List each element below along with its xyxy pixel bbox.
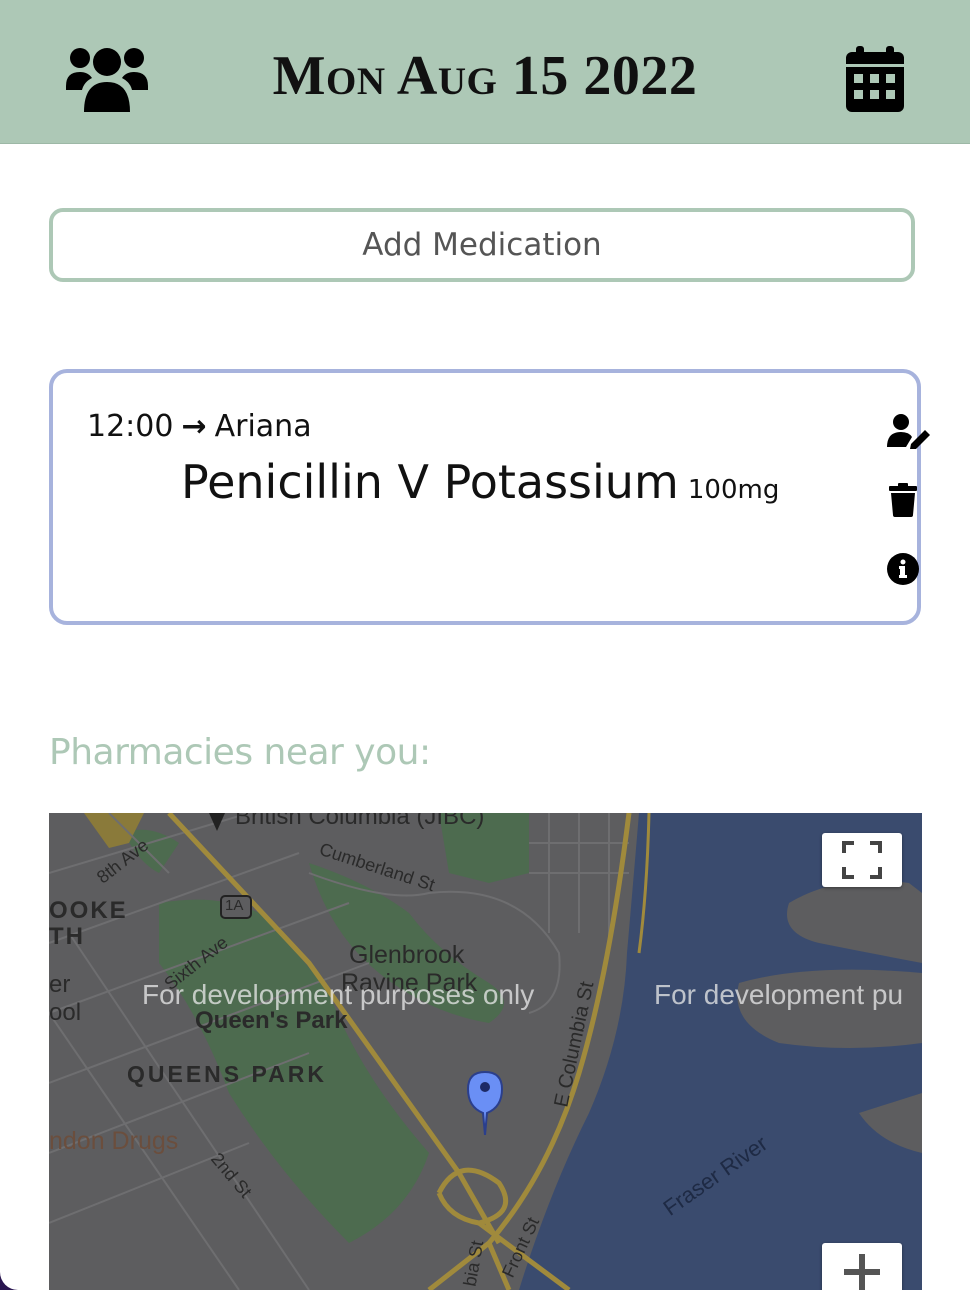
patient-name: Ariana <box>214 409 312 444</box>
dev-watermark-left: For development purposes only <box>142 979 535 1010</box>
app-header: Mon Aug 15 2022 <box>0 0 970 144</box>
map-label-london-drugs: ndon Drugs <box>49 1127 179 1155</box>
medication-name: Penicillin V Potassium <box>181 455 679 509</box>
map-label-queens-park-area: QUEENS PARK <box>127 1061 327 1087</box>
map-label-ool: ool <box>49 999 82 1026</box>
add-medication-button[interactable]: Add Medication <box>49 208 915 282</box>
dev-watermark-right: For development pu <box>654 979 904 1010</box>
plus-icon <box>844 1254 880 1290</box>
map-label-queens-park-place: Queen's Park <box>195 1007 348 1034</box>
pharmacy-map[interactable]: British Columbia (JIBC) 8th Ave Cumberla… <box>49 813 922 1290</box>
calendar-icon[interactable] <box>846 46 904 112</box>
medication-schedule: 12:00 → Ariana <box>87 409 312 444</box>
trash-icon[interactable] <box>889 483 917 517</box>
medication-dose: 100mg <box>687 475 780 505</box>
page-title: Mon Aug 15 2022 <box>272 45 698 107</box>
map-label-jibc: British Columbia (JIBC) <box>235 813 485 830</box>
map-label-brooke: OOKE <box>49 897 128 924</box>
fullscreen-icon <box>842 841 882 879</box>
map-label-er: er <box>49 971 71 998</box>
map-fullscreen-button[interactable] <box>822 833 902 887</box>
info-circle-icon[interactable] <box>887 553 919 585</box>
map-base-layer <box>49 813 922 1290</box>
arrow-right-icon: → <box>181 409 207 444</box>
app-page: Mon Aug 15 2022 Add Medication 12:00 → A… <box>0 0 970 1290</box>
route-1a-label: 1A <box>225 897 244 914</box>
map-zoom-in-button[interactable] <box>822 1243 902 1290</box>
map-label-th: TH <box>49 923 85 950</box>
map-marker-icon[interactable] <box>466 1069 504 1135</box>
user-edit-icon[interactable] <box>887 413 931 449</box>
medication-card[interactable]: 12:00 → Ariana Penicillin V Potassium 10… <box>49 369 930 625</box>
medication-time: 12:00 <box>87 409 174 444</box>
medication-info: Penicillin V Potassium 100mg <box>181 455 779 509</box>
map-label-glenbrook: Glenbrook <box>349 941 465 969</box>
pharmacies-heading: Pharmacies near you: <box>49 732 431 773</box>
